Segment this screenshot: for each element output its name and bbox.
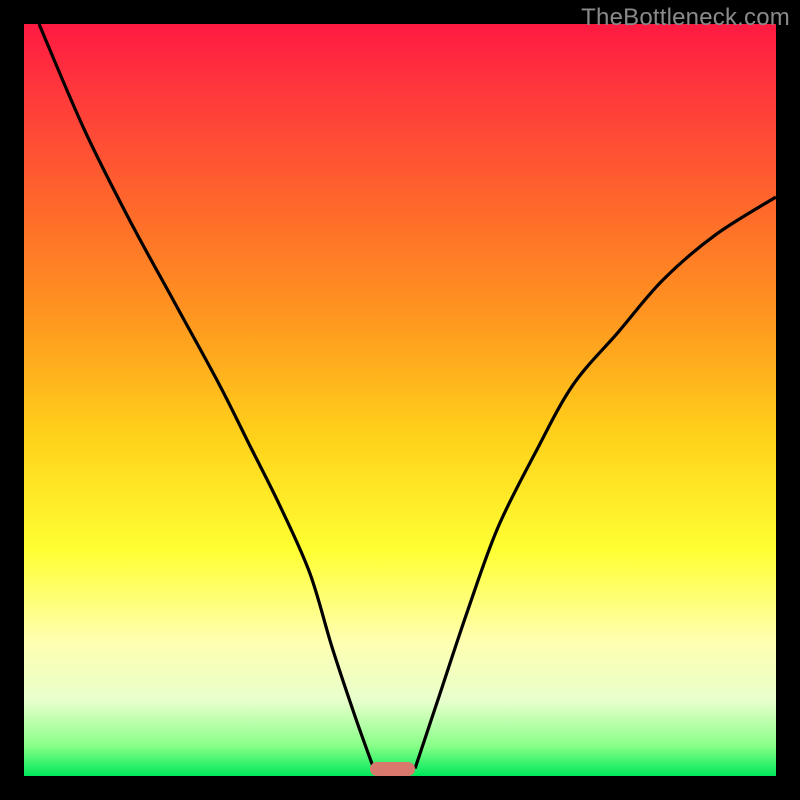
chart-plot-area (24, 24, 776, 776)
bottleneck-marker (370, 762, 415, 776)
left-curve-path (39, 24, 374, 768)
chart-frame: TheBottleneck.com (0, 0, 800, 800)
watermark-text: TheBottleneck.com (581, 4, 790, 32)
right-curve-path (415, 197, 776, 769)
chart-curves (24, 24, 776, 776)
